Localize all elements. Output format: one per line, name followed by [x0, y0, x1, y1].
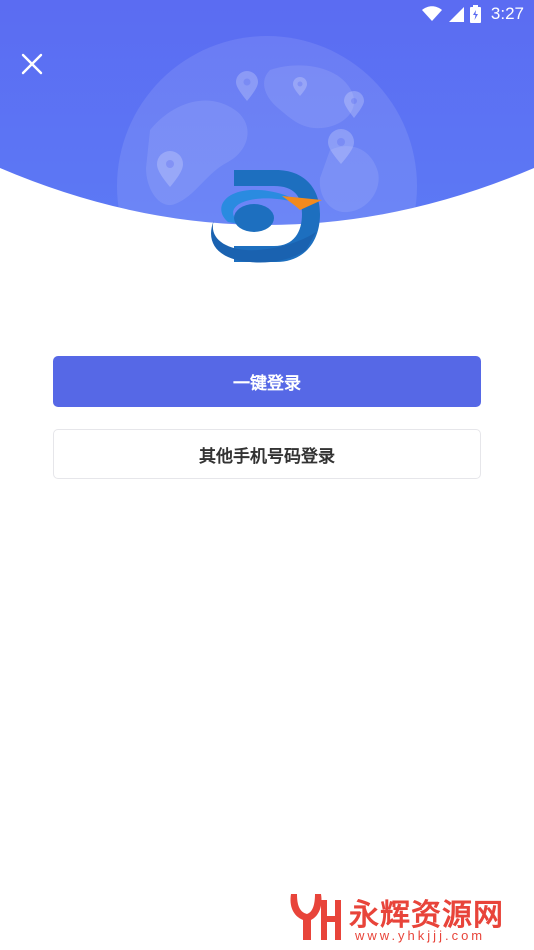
watermark-logo-icon — [290, 894, 341, 940]
watermark-url: www.yhkjjj.com — [355, 928, 486, 943]
watermark: 永辉资源网 www.yhkjjj.com — [285, 886, 525, 946]
app-logo — [211, 170, 322, 263]
other-phone-login-button[interactable]: 其他手机号码登录 — [53, 429, 481, 479]
close-icon — [21, 53, 43, 75]
battery-icon — [469, 5, 481, 23]
cell-signal-icon — [448, 7, 464, 22]
one-click-login-button[interactable]: 一键登录 — [53, 356, 481, 407]
close-button[interactable] — [16, 48, 48, 80]
login-screen: 3:27 一键登录 其他手机号码登录 永辉资源网 www.yhkjjj.com — [0, 0, 534, 950]
status-bar: 3:27 — [421, 0, 534, 28]
wifi-icon — [421, 6, 442, 21]
status-time: 3:27 — [490, 4, 524, 23]
